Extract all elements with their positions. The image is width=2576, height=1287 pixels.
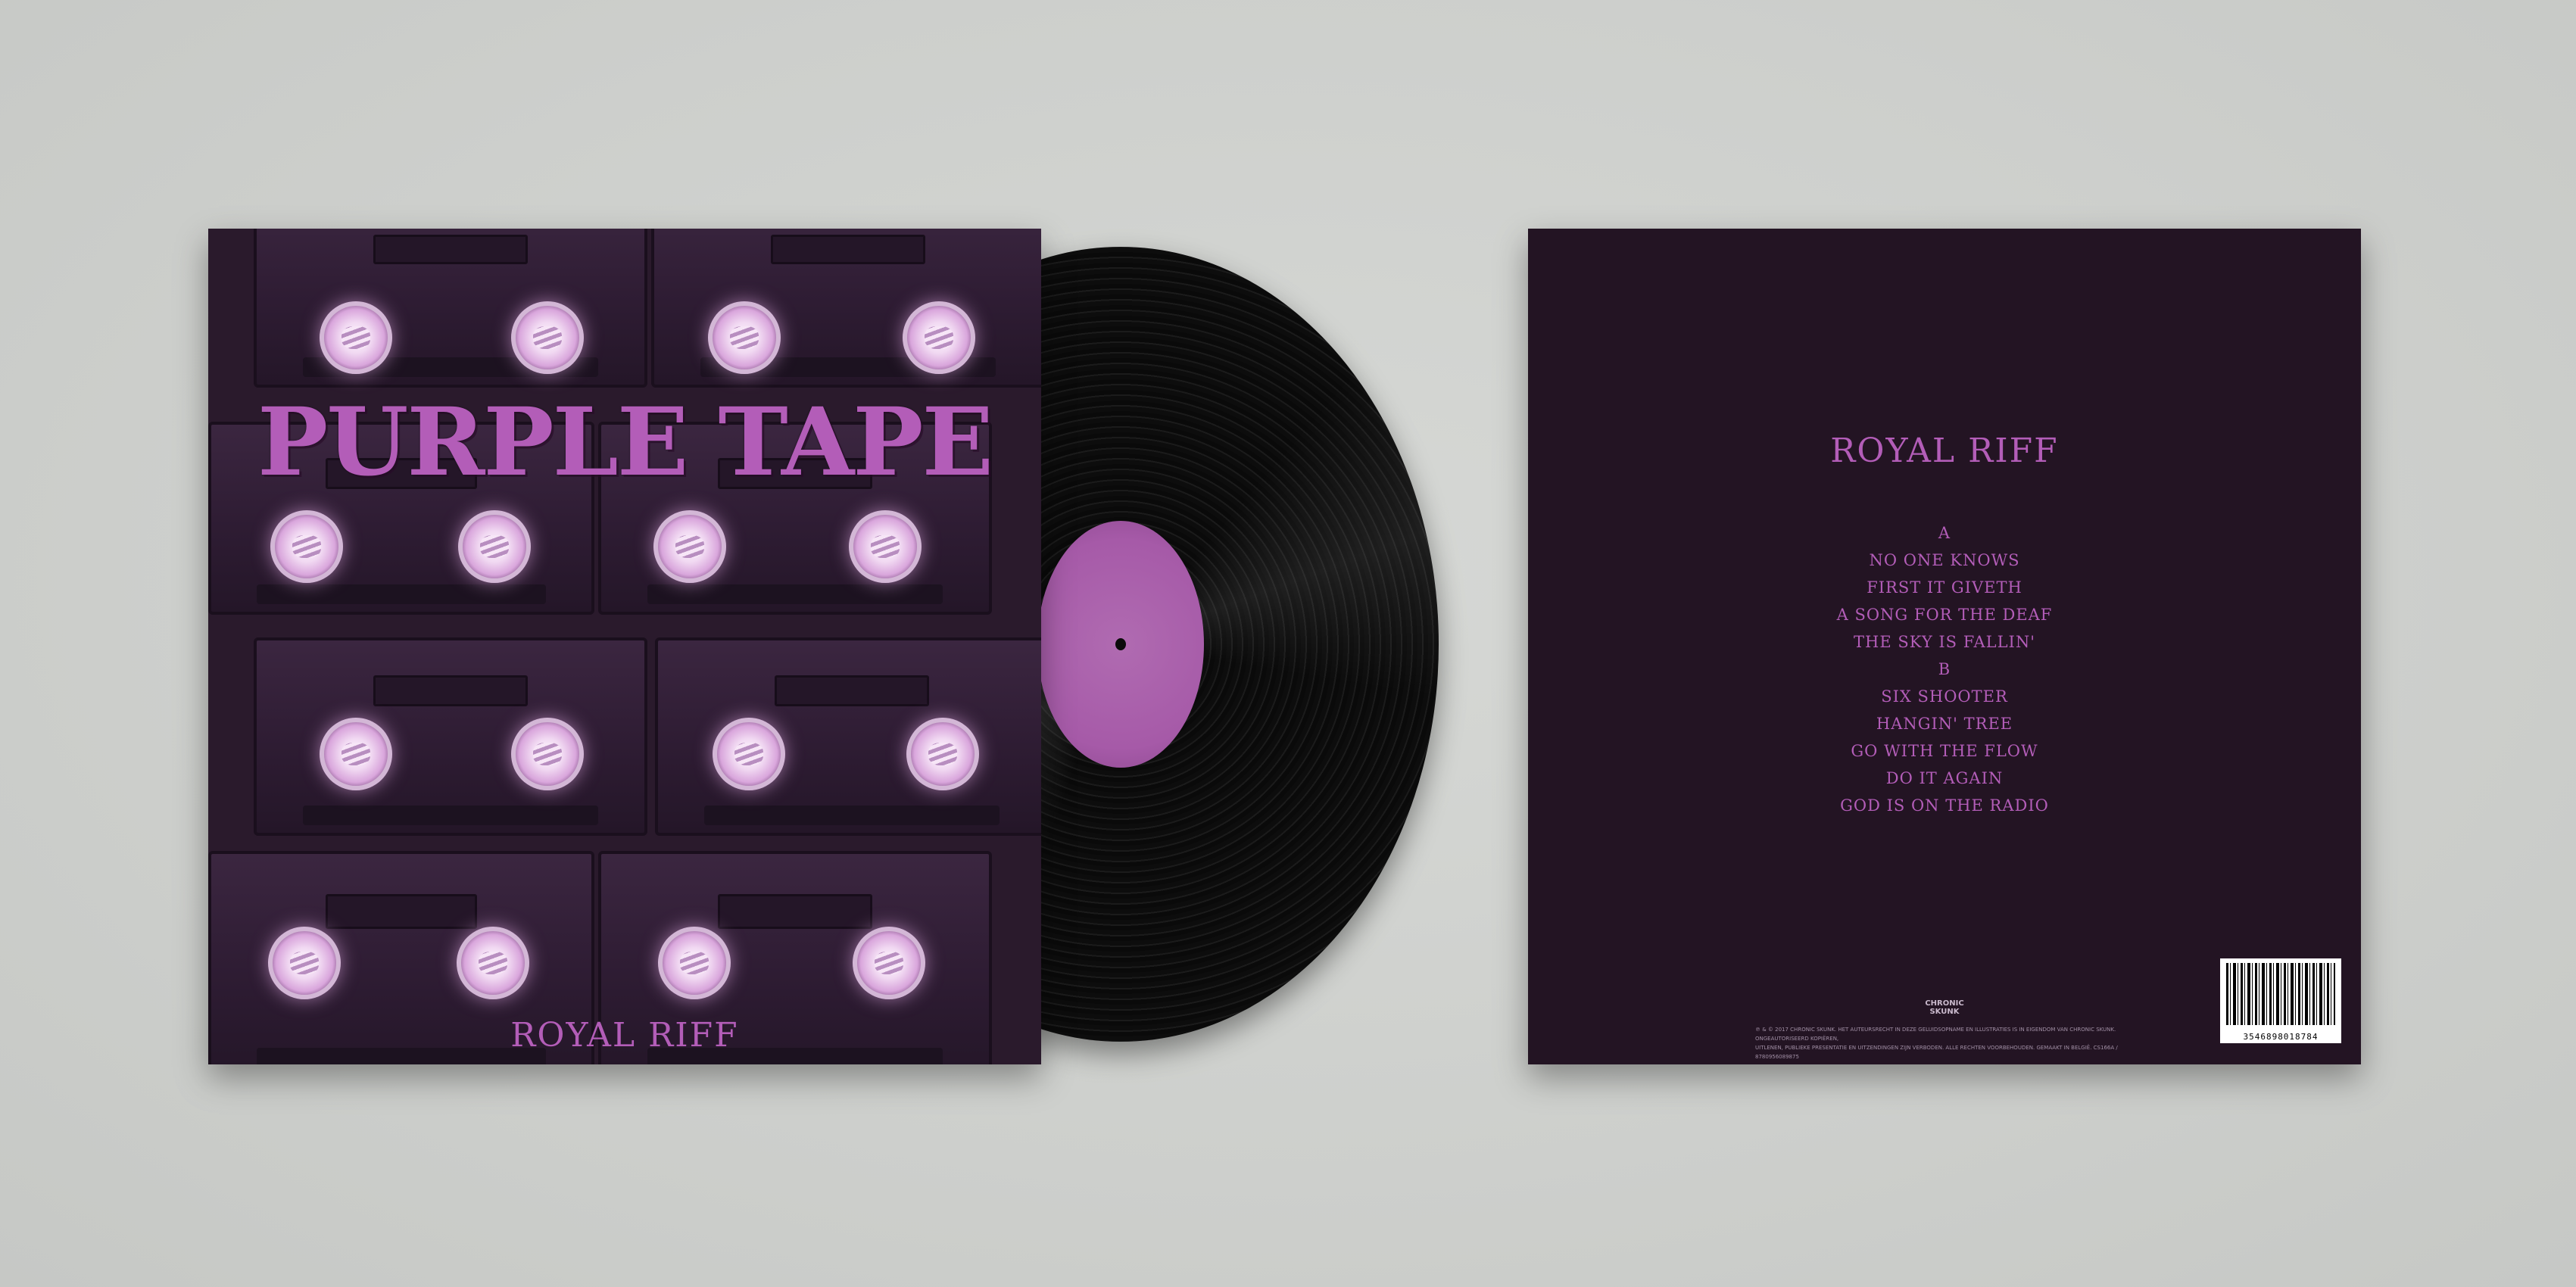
- label-logo: CHRONIC SKUNK: [1925, 999, 1964, 1016]
- tape-reel: [270, 510, 343, 583]
- barcode-number: 3546898018784: [2243, 1032, 2319, 1042]
- legal-line: UITLENEN, PUBLIEKE PRESENTATIE EN UITZEN…: [1755, 1045, 2118, 1060]
- track-title: SIX SHOOTER: [1881, 687, 2008, 706]
- tape-reel: [903, 301, 975, 374]
- track-title: HANGIN' TREE: [1876, 715, 2013, 733]
- side-label: A: [1938, 524, 1951, 542]
- track-title: GOD IS ON THE RADIO: [1840, 796, 2049, 815]
- tape-reel: [853, 927, 925, 999]
- tape-reel: [511, 301, 584, 374]
- side-label: B: [1938, 660, 1951, 678]
- legal-line: ℗ & © 2017 CHRONIC SKUNK. HET AUTEURSREC…: [1755, 1027, 2116, 1042]
- track-title: THE SKY IS FALLIN': [1854, 633, 2035, 651]
- tape-reel: [713, 718, 785, 790]
- tape-reel: [320, 718, 392, 790]
- album-title: PURPLE TAPE: [257, 388, 993, 497]
- tape-reel: [268, 927, 341, 999]
- front-artist-name: ROYAL RIFF: [510, 1016, 739, 1055]
- track-title: NO ONE KNOWS: [1869, 551, 2020, 569]
- tape-reel: [457, 927, 529, 999]
- vhs-tape: [655, 637, 1041, 836]
- legal-text: ℗ & © 2017 CHRONIC SKUNK. HET AUTEURSREC…: [1755, 1025, 2134, 1061]
- tape-reel: [653, 510, 726, 583]
- back-artist-name: ROYAL RIFF: [1830, 432, 2059, 470]
- tape-reel: [458, 510, 531, 583]
- track-title: FIRST IT GIVETH: [1867, 578, 2022, 597]
- vhs-tape: [254, 229, 647, 388]
- track-title: DO IT AGAIN: [1885, 769, 2004, 787]
- barcode: 3546898018784: [2220, 958, 2341, 1043]
- vhs-tape: [254, 637, 647, 836]
- track-title: GO WITH THE FLOW: [1851, 742, 2038, 760]
- track-title: A SONG FOR THE DEAF: [1836, 606, 2053, 624]
- tracklist: A NO ONE KNOWS FIRST IT GIVETH A SONG FO…: [1528, 519, 2361, 819]
- tape-reel: [511, 718, 584, 790]
- tape-reel: [320, 301, 392, 374]
- barcode-bars: [2226, 963, 2335, 1025]
- front-cover: PURPLE TAPE ROYAL RIFF: [208, 229, 1041, 1064]
- tape-reel: [849, 510, 922, 583]
- record-spindle-hole: [1115, 638, 1126, 650]
- back-cover: ROYAL RIFF A NO ONE KNOWS FIRST IT GIVET…: [1528, 229, 2361, 1064]
- vhs-tape: [651, 229, 1041, 388]
- tape-reel: [708, 301, 781, 374]
- tape-reel: [658, 927, 731, 999]
- tape-reel: [906, 718, 979, 790]
